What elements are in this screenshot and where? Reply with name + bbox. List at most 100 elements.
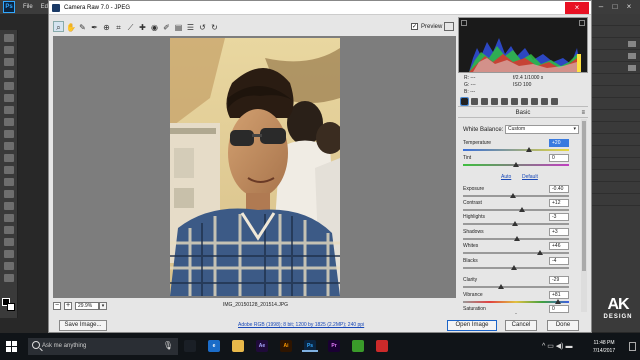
- minimize-icon[interactable]: –: [596, 2, 606, 12]
- blur-tool-icon[interactable]: [3, 178, 14, 186]
- slider-track[interactable]: [463, 149, 569, 151]
- default-link[interactable]: Default: [522, 174, 538, 180]
- panel-menu-icon[interactable]: ≡: [581, 109, 585, 118]
- slider-value-field[interactable]: 0: [549, 305, 569, 313]
- white-balance-select[interactable]: Custom ▾: [505, 125, 579, 134]
- hand-tool-icon[interactable]: [3, 250, 14, 258]
- notifications-icon[interactable]: [629, 342, 636, 351]
- slider-track[interactable]: [463, 195, 569, 197]
- detail-tab-icon[interactable]: [481, 98, 488, 105]
- slider-thumb[interactable]: [519, 207, 526, 212]
- image-preview[interactable]: [53, 36, 456, 298]
- slider-thumb[interactable]: [537, 250, 544, 255]
- lens-corrections-tab-icon[interactable]: [511, 98, 518, 105]
- task-view-icon[interactable]: [184, 340, 196, 352]
- move-tool-icon[interactable]: [3, 34, 14, 42]
- close-icon[interactable]: ×: [624, 2, 634, 12]
- hsl-tab-icon[interactable]: [491, 98, 498, 105]
- slider-track[interactable]: [463, 286, 569, 288]
- windows-start-icon[interactable]: [6, 341, 17, 352]
- slider-value-field[interactable]: +3: [549, 228, 569, 236]
- quick-select-tool-icon[interactable]: [3, 70, 14, 78]
- basic-tab-icon[interactable]: [460, 97, 469, 106]
- maximize-icon[interactable]: □: [610, 2, 620, 12]
- zoom-out-button[interactable]: −: [53, 301, 61, 310]
- red-eye-icon[interactable]: ◉: [149, 21, 160, 32]
- split-toning-tab-icon[interactable]: [501, 98, 508, 105]
- save-image-button[interactable]: Save Image...: [59, 320, 107, 331]
- graduated-filter-icon[interactable]: ▤: [173, 21, 184, 32]
- straighten-icon[interactable]: ⟋: [125, 21, 136, 32]
- slider-value-field[interactable]: -3: [549, 213, 569, 221]
- after-effects-icon[interactable]: Ae: [256, 340, 268, 352]
- menu-file[interactable]: File: [23, 4, 33, 10]
- rotate-ccw-icon[interactable]: ↺: [197, 21, 208, 32]
- slider-thumb[interactable]: [555, 299, 562, 304]
- panel-swatch-icon[interactable]: [628, 65, 636, 71]
- slider-value-field[interactable]: -0.40: [549, 185, 569, 193]
- scrollbar-thumb[interactable]: [582, 121, 586, 271]
- type-tool-icon[interactable]: [3, 214, 14, 222]
- file-explorer-icon[interactable]: [232, 340, 244, 352]
- camtasia-icon[interactable]: [352, 340, 364, 352]
- more-tools-icon[interactable]: [3, 274, 14, 282]
- slider-track[interactable]: [463, 301, 569, 303]
- hand-icon[interactable]: ✋: [65, 21, 76, 32]
- slider-thumb[interactable]: [514, 236, 521, 241]
- slider-value-field[interactable]: +46: [549, 242, 569, 250]
- adjustment-brush-icon[interactable]: ✐: [161, 21, 172, 32]
- workflow-options-link[interactable]: Adobe RGB (1998); 8 bit; 1200 by 1825 (2…: [238, 322, 364, 328]
- slider-thumb[interactable]: [498, 284, 505, 289]
- history-brush-tool-icon[interactable]: [3, 142, 14, 150]
- slider-track[interactable]: [463, 209, 569, 211]
- taskbar-search[interactable]: Ask me anything 🎙: [28, 338, 178, 355]
- marquee-tool-icon[interactable]: [3, 46, 14, 54]
- eraser-tool-icon[interactable]: [3, 154, 14, 162]
- effects-tab-icon[interactable]: [521, 98, 528, 105]
- tone-curve-tab-icon[interactable]: [471, 98, 478, 105]
- preview-toggle[interactable]: ✓ Preview: [411, 23, 442, 30]
- crop-icon[interactable]: ⌗: [113, 21, 124, 32]
- snapshots-tab-icon[interactable]: [551, 98, 558, 105]
- rotate-cw-icon[interactable]: ↻: [209, 21, 220, 32]
- shadow-clipping-icon[interactable]: [461, 20, 467, 26]
- highlight-clipping-icon[interactable]: [579, 20, 585, 26]
- zoom-dropdown-icon[interactable]: ▾: [99, 301, 107, 310]
- crop-tool-icon[interactable]: [3, 82, 14, 90]
- color-sampler-icon[interactable]: ✒: [89, 21, 100, 32]
- cancel-button[interactable]: Cancel: [505, 320, 537, 331]
- gradient-tool-icon[interactable]: [3, 166, 14, 174]
- panel-swatch-icon[interactable]: [628, 41, 636, 47]
- slider-thumb[interactable]: [513, 162, 519, 167]
- slider-thumb[interactable]: [525, 147, 532, 152]
- spot-removal-icon[interactable]: ✚: [137, 21, 148, 32]
- healing-tool-icon[interactable]: [3, 106, 14, 114]
- zoom-in-button[interactable]: +: [64, 301, 72, 310]
- preferences-icon[interactable]: ☰: [185, 21, 196, 32]
- taskbar-clock[interactable]: 11:48 PM 7/14/2017: [584, 339, 624, 355]
- fullscreen-icon[interactable]: [444, 22, 454, 31]
- slider-thumb[interactable]: [511, 221, 518, 226]
- background-color-swatch[interactable]: [7, 303, 15, 311]
- slider-thumb[interactable]: [513, 313, 519, 314]
- slider-thumb[interactable]: [510, 265, 517, 270]
- premiere-icon[interactable]: Pr: [328, 340, 340, 352]
- slider-thumb[interactable]: [509, 193, 516, 198]
- dialog-close-button[interactable]: ×: [565, 2, 589, 14]
- slider-value-field[interactable]: -4: [549, 257, 569, 265]
- slider-track[interactable]: [463, 252, 569, 254]
- photoshop-icon[interactable]: Ps: [302, 340, 318, 352]
- path-select-tool-icon[interactable]: [3, 226, 14, 234]
- slider-value-field[interactable]: +20: [549, 139, 569, 147]
- zoom-tool-icon[interactable]: [3, 262, 14, 270]
- auto-link[interactable]: Auto: [501, 174, 511, 180]
- white-balance-icon[interactable]: ✎: [77, 21, 88, 32]
- lasso-tool-icon[interactable]: [3, 58, 14, 66]
- brush-tool-icon[interactable]: [3, 118, 14, 126]
- panel-swatch-icon[interactable]: [628, 53, 636, 59]
- targeted-adjustment-icon[interactable]: ⊕: [101, 21, 112, 32]
- preview-checkbox[interactable]: ✓: [411, 23, 418, 30]
- done-button[interactable]: Done: [547, 320, 579, 331]
- illustrator-icon[interactable]: Ai: [280, 340, 292, 352]
- edge-icon[interactable]: e: [208, 340, 220, 352]
